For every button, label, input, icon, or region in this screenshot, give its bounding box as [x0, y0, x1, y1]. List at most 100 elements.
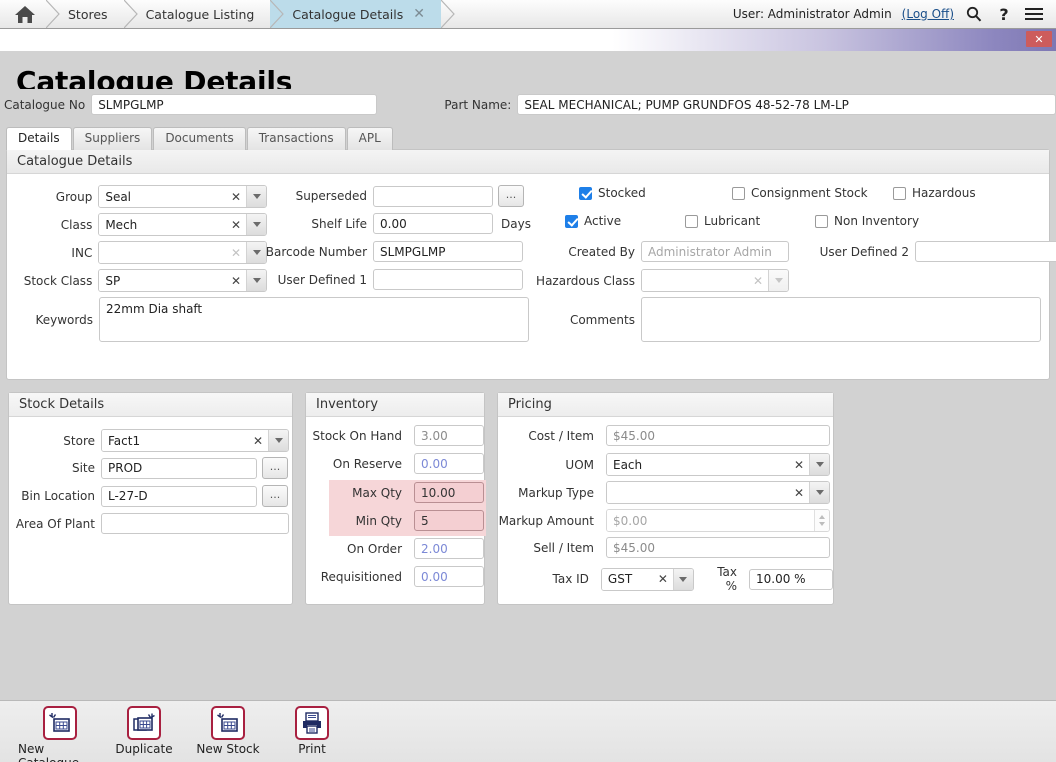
field-markup-type: Markup Type ✕ — [498, 481, 830, 504]
uom-label: UOM — [565, 457, 594, 472]
checkbox-non-inventory[interactable]: Non Inventory — [815, 214, 919, 228]
barcode-input[interactable] — [373, 241, 523, 262]
on-reserve-value — [414, 453, 484, 474]
on-order-value — [414, 538, 484, 559]
group-label: Group — [55, 189, 93, 204]
checkbox-consignment-stock[interactable]: Consignment Stock — [732, 186, 868, 200]
chevron-down-icon[interactable] — [246, 214, 266, 235]
field-on-reserve: On Reserve — [306, 453, 484, 474]
breadcrumb-item-catalogue-details[interactable]: Catalogue Details ✕ — [270, 0, 455, 28]
clear-icon[interactable]: ✕ — [789, 454, 809, 475]
chevron-down-icon[interactable] — [768, 270, 788, 291]
clear-icon[interactable]: ✕ — [248, 430, 268, 451]
chevron-down-icon[interactable] — [672, 568, 693, 590]
checkbox-lubricant[interactable]: Lubricant — [685, 214, 760, 228]
hazardous-class-combo[interactable]: ✕ — [641, 269, 789, 292]
store-combo[interactable]: Fact1 ✕ — [101, 429, 289, 452]
clear-icon[interactable]: ✕ — [226, 242, 246, 263]
barcode-label: Barcode Number — [265, 244, 367, 259]
clear-icon[interactable]: ✕ — [226, 186, 246, 207]
tab-suppliers[interactable]: Suppliers — [72, 127, 153, 150]
part-name-input[interactable] — [517, 94, 1056, 115]
tax-pct-input[interactable] — [749, 568, 833, 590]
checkbox-box[interactable] — [893, 186, 906, 200]
class-combo[interactable]: Mech ✕ — [98, 213, 267, 236]
clear-icon[interactable]: ✕ — [226, 214, 246, 235]
clear-icon[interactable]: ✕ — [748, 270, 768, 291]
field-sell-item: Sell / Item — [498, 537, 830, 558]
breadcrumb-home[interactable] — [0, 0, 60, 28]
checkbox-label: Hazardous — [912, 186, 976, 200]
group-combo[interactable]: Seal ✕ — [98, 185, 267, 208]
checkbox-box[interactable] — [732, 186, 745, 200]
inc-combo[interactable]: ✕ — [98, 241, 267, 264]
field-min-qty: Min Qty — [306, 510, 484, 531]
user-defined-2-input[interactable] — [915, 241, 1056, 262]
checkbox-active[interactable]: Active — [565, 214, 621, 228]
requisitioned-label: Requisitioned — [320, 569, 402, 584]
checkbox-box[interactable] — [685, 214, 698, 228]
comments-textarea[interactable] — [641, 297, 1041, 342]
keywords-textarea[interactable] — [99, 297, 529, 342]
checkbox-label: Stocked — [598, 186, 646, 200]
chevron-down-icon[interactable] — [268, 430, 288, 451]
superseded-input[interactable] — [373, 185, 493, 207]
breadcrumb-arrow — [270, 0, 285, 28]
duplicate-button[interactable]: Duplicate — [102, 706, 186, 756]
bin-location-input[interactable] — [101, 485, 257, 507]
uom-combo[interactable]: Each ✕ — [606, 453, 830, 476]
new-stock-button[interactable]: New Stock — [186, 706, 270, 756]
chevron-down-icon[interactable] — [246, 186, 266, 207]
site-browse-button[interactable]: ... — [262, 457, 288, 479]
bin-location-browse-button[interactable]: ... — [262, 485, 288, 507]
markup-type-combo[interactable]: ✕ — [606, 481, 830, 504]
inventory-header: Inventory — [306, 393, 484, 417]
clear-icon[interactable]: ✕ — [226, 270, 246, 291]
area-of-plant-input[interactable] — [101, 513, 289, 534]
min-qty-input[interactable] — [414, 510, 484, 531]
log-off-link[interactable]: (Log Off) — [902, 7, 954, 21]
search-icon[interactable] — [964, 3, 984, 25]
checkbox-box[interactable] — [579, 186, 592, 200]
cost-item-value — [606, 425, 830, 446]
chevron-down-icon[interactable] — [809, 482, 829, 503]
breadcrumb-item-catalogue-listing[interactable]: Catalogue Listing — [124, 0, 285, 28]
tab-apl[interactable]: APL — [346, 127, 393, 150]
stock-class-combo[interactable]: SP ✕ — [98, 269, 267, 292]
site-input[interactable] — [101, 457, 257, 479]
tab-details[interactable]: Details — [6, 127, 72, 150]
uom-value: Each — [607, 454, 789, 475]
tab-documents[interactable]: Documents — [153, 127, 246, 150]
bin-location-label: Bin Location — [21, 489, 95, 503]
breadcrumb-close-icon[interactable]: ✕ — [413, 7, 425, 21]
breadcrumb-label: Stores — [68, 6, 108, 22]
checkbox-box[interactable] — [815, 214, 828, 228]
printer-icon — [295, 706, 329, 740]
clear-icon[interactable]: ✕ — [652, 568, 673, 590]
checkbox-stocked[interactable]: Stocked — [579, 186, 646, 200]
shelf-life-input[interactable] — [373, 213, 493, 234]
tax-id-combo[interactable]: GST ✕ — [600, 567, 694, 591]
print-button[interactable]: Print — [270, 706, 354, 756]
tab-transactions[interactable]: Transactions — [246, 127, 346, 150]
stepper-arrows-icon[interactable] — [814, 510, 829, 531]
max-qty-input[interactable] — [414, 482, 484, 503]
new-catalogue-button[interactable]: New Catalogue — [18, 706, 102, 762]
stock-class-value: SP — [99, 270, 226, 291]
question-mark-icon[interactable]: ? — [994, 3, 1014, 25]
clear-icon[interactable]: ✕ — [789, 482, 809, 503]
user-defined-1-input[interactable] — [373, 269, 523, 290]
pricing-form: Cost / Item UOM Each ✕ Markup Type ✕ — [498, 417, 833, 602]
field-site: Site ... — [9, 457, 288, 479]
chevron-down-icon[interactable] — [809, 454, 829, 475]
bottom-toolbar: New Catalogue Duplicate — [0, 700, 1056, 762]
on-reserve-label: On Reserve — [332, 456, 402, 471]
markup-amount-stepper[interactable]: $0.00 — [606, 509, 830, 532]
catalogue-no-label: Catalogue No — [3, 97, 86, 112]
checkbox-hazardous[interactable]: Hazardous — [893, 186, 976, 200]
field-group: Group Seal ✕ — [7, 185, 267, 208]
catalogue-no-input[interactable] — [91, 94, 378, 115]
superseded-browse-button[interactable]: ... — [498, 185, 524, 207]
hamburger-menu-icon[interactable] — [1024, 3, 1044, 25]
checkbox-box[interactable] — [565, 214, 578, 228]
